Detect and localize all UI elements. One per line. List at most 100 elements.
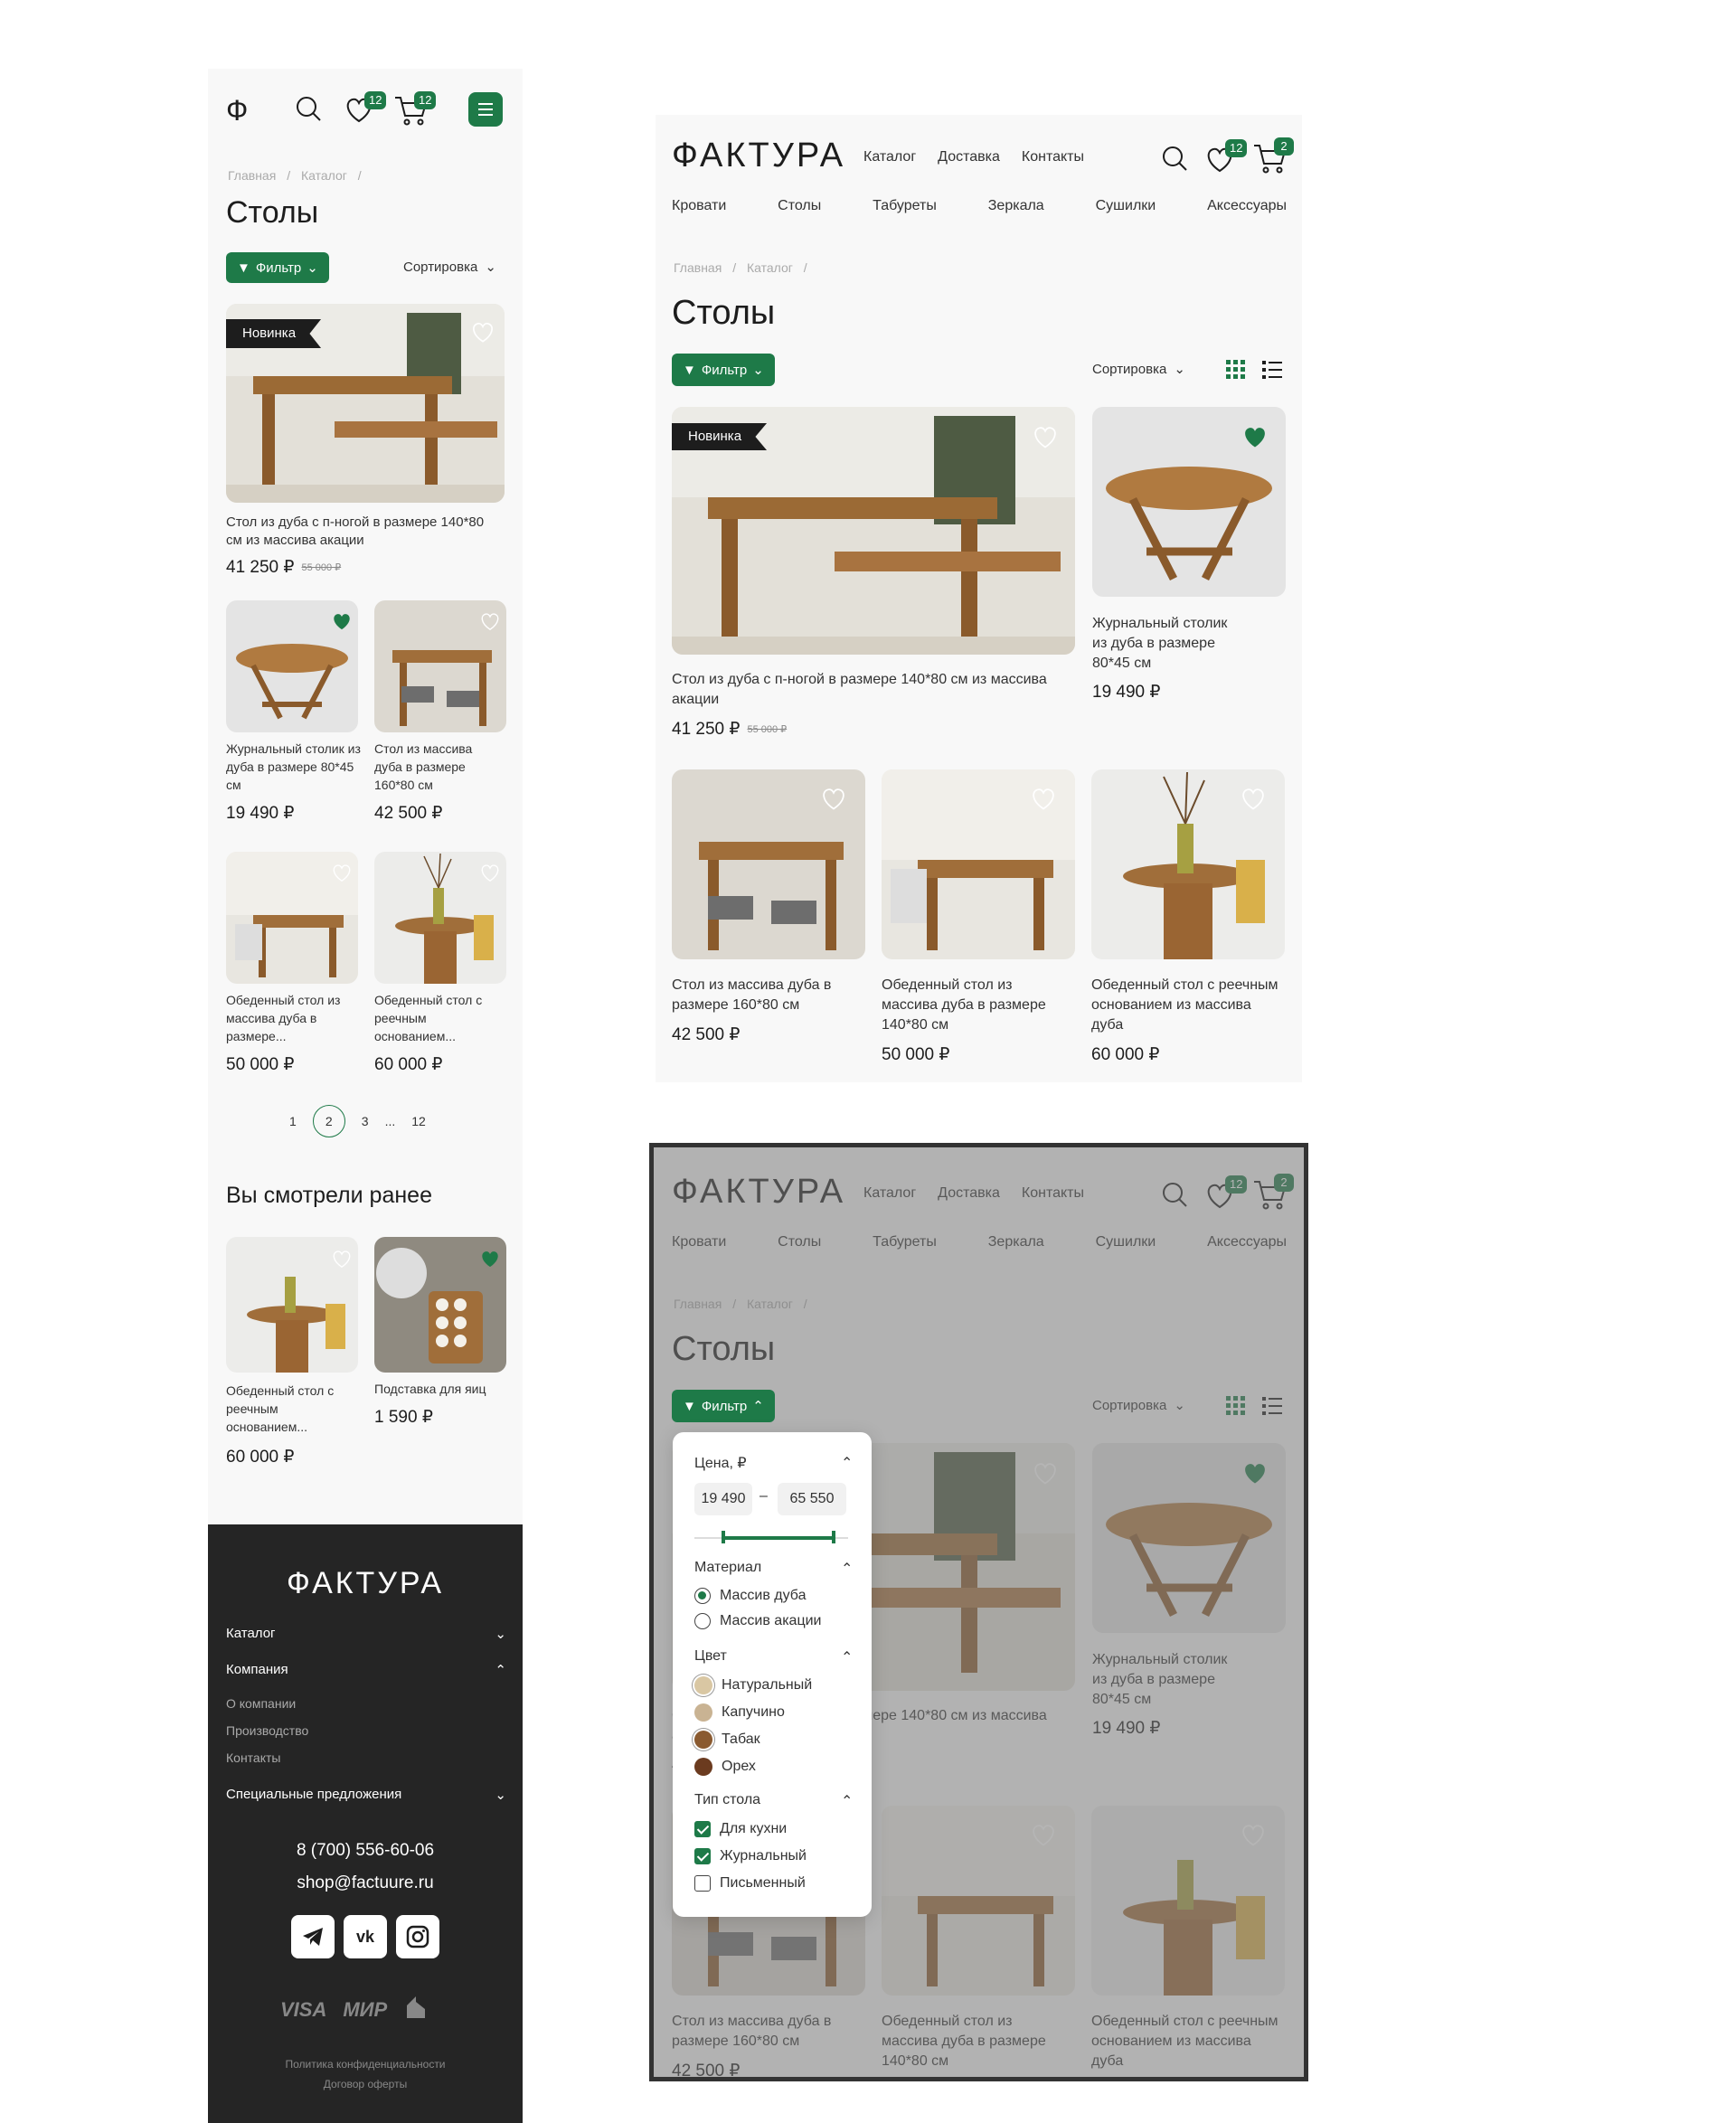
site-logo[interactable]: ФАКТУРА <box>672 137 845 175</box>
color-option[interactable]: Табак <box>694 1731 760 1749</box>
breadcrumb-catalog[interactable]: Каталог <box>747 260 793 275</box>
color-swatch[interactable] <box>694 1731 712 1749</box>
product-title[interactable]: Обеденный стол из массива дуба в размере… <box>226 991 358 1045</box>
list-view-icon[interactable] <box>1261 359 1283 385</box>
product-title[interactable]: Журнальный столик из дуба в размере 80*4… <box>1092 614 1246 674</box>
sort-dropdown[interactable]: Сортировка ⌄ <box>403 259 496 276</box>
footer-logo[interactable]: ФАКТУРА <box>208 1566 523 1601</box>
favorite-active-icon[interactable] <box>331 611 353 636</box>
chevron-up-icon[interactable]: ⌃ <box>841 1792 853 1810</box>
category-link[interactable]: Столы <box>778 198 821 214</box>
price-slider-min-handle[interactable] <box>722 1531 725 1543</box>
product-title[interactable]: Обеденный стол с реечным основанием из м… <box>1091 976 1281 1035</box>
material-filter-heading[interactable]: Материал <box>694 1560 761 1576</box>
footer-company-toggle[interactable]: Компания ⌃ <box>226 1662 506 1678</box>
favorite-toggle-icon[interactable] <box>1240 786 1267 816</box>
footer-link-about[interactable]: О компании <box>226 1696 296 1711</box>
page-link-current[interactable]: 2 <box>312 1105 345 1137</box>
category-link[interactable]: Аксессуары <box>1207 198 1287 214</box>
category-link[interactable]: Зеркала <box>988 198 1044 214</box>
category-link[interactable]: Кровати <box>672 198 726 214</box>
instagram-icon[interactable] <box>396 1915 439 1958</box>
color-option[interactable]: Натуральный <box>694 1676 812 1694</box>
table-type-option[interactable]: Для кухни <box>694 1821 787 1837</box>
nav-catalog[interactable]: Каталог <box>863 149 916 165</box>
product-title[interactable]: Обеденный стол из массива дуба в размере… <box>882 976 1053 1035</box>
material-option[interactable]: Массив акации <box>694 1613 821 1629</box>
price-slider-max-handle[interactable] <box>832 1531 835 1543</box>
product-price: 1 590 ₽ <box>374 1408 433 1427</box>
color-option[interactable]: Орех <box>694 1758 756 1776</box>
footer-email[interactable]: shop@factuure.ru <box>208 1873 523 1893</box>
product-title[interactable]: Подставка для яиц <box>374 1380 510 1398</box>
footer-link-production[interactable]: Производство <box>226 1723 308 1738</box>
favorite-toggle-icon[interactable] <box>331 863 353 887</box>
color-filter-heading[interactable]: Цвет <box>694 1648 727 1665</box>
color-swatch[interactable] <box>694 1758 712 1776</box>
radio[interactable] <box>694 1613 711 1629</box>
category-link[interactable]: Сушилки <box>1096 198 1156 214</box>
chevron-up-icon[interactable]: ⌃ <box>841 1454 853 1472</box>
search-icon[interactable] <box>1160 144 1189 173</box>
checkbox-checked[interactable] <box>694 1848 711 1864</box>
sort-dropdown[interactable]: Сортировка ⌄ <box>1092 361 1185 378</box>
color-swatch[interactable] <box>694 1703 712 1722</box>
mobile-logo[interactable]: Ф <box>226 94 248 127</box>
filter-button[interactable]: ▼ Фильтр ⌃ <box>672 1390 775 1422</box>
favorite-toggle-icon[interactable] <box>820 786 847 816</box>
menu-button[interactable] <box>468 92 503 127</box>
filter-button[interactable]: ▼ Фильтр ⌄ <box>226 252 329 283</box>
favorite-toggle-icon[interactable] <box>1032 424 1059 454</box>
product-title[interactable]: Стол из массива дуба в размере 160*80 см <box>672 976 844 1015</box>
footer-link-contacts[interactable]: Контакты <box>226 1750 280 1765</box>
radio-selected[interactable] <box>694 1588 711 1604</box>
table-type-filter-heading[interactable]: Тип стола <box>694 1792 760 1808</box>
vk-icon[interactable]: vk <box>344 1915 387 1958</box>
favorite-toggle-icon[interactable] <box>331 1249 353 1273</box>
filter-button[interactable]: ▼ Фильтр ⌄ <box>672 354 775 386</box>
product-title[interactable]: Журнальный столик из дуба в размере 80*4… <box>226 740 362 794</box>
color-swatch[interactable] <box>694 1676 712 1694</box>
product-title[interactable]: Стол из дуба с п-ногой в размере 140*80 … <box>226 514 488 550</box>
favorite-toggle-icon[interactable] <box>470 320 495 348</box>
product-title[interactable]: Стол из дуба с п-ногой в размере 140*80 … <box>672 670 1079 710</box>
footer-phone[interactable]: 8 (700) 556-60-06 <box>208 1841 523 1861</box>
breadcrumb-home[interactable]: Главная <box>228 168 276 183</box>
page-link[interactable]: 3 <box>362 1114 369 1128</box>
product-title[interactable]: Стол из массива дуба в размере 160*80 см <box>374 740 501 794</box>
search-icon[interactable] <box>294 94 323 123</box>
favorite-active-icon[interactable] <box>479 1249 501 1273</box>
nav-contacts[interactable]: Контакты <box>1022 149 1084 165</box>
offer-link[interactable]: Договор оферты <box>208 2078 523 2090</box>
telegram-icon[interactable] <box>291 1915 335 1958</box>
grid-view-icon[interactable] <box>1225 359 1247 385</box>
material-option[interactable]: Массив дуба <box>694 1588 807 1604</box>
favorite-active-icon[interactable] <box>1241 424 1269 454</box>
breadcrumb-home[interactable]: Главная <box>674 260 722 275</box>
favorite-toggle-icon[interactable] <box>1030 786 1057 816</box>
page-link[interactable]: 12 <box>411 1114 426 1128</box>
favorite-toggle-icon[interactable] <box>479 863 501 887</box>
price-filter-heading[interactable]: Цена, ₽ <box>694 1454 747 1472</box>
page-ellipsis: ... <box>384 1114 396 1128</box>
chevron-up-icon[interactable]: ⌃ <box>841 1560 853 1578</box>
cart-count-badge: 2 <box>1274 137 1294 156</box>
footer-catalog-toggle[interactable]: Каталог ⌄ <box>226 1626 506 1642</box>
favorite-toggle-icon[interactable] <box>479 611 501 636</box>
checkbox[interactable] <box>694 1875 711 1892</box>
table-type-option[interactable]: Журнальный <box>694 1848 807 1864</box>
footer-specials-toggle[interactable]: Специальные предложения ⌄ <box>226 1787 506 1803</box>
breadcrumb-catalog[interactable]: Каталог <box>301 168 347 183</box>
checkbox-checked[interactable] <box>694 1821 711 1837</box>
page-link[interactable]: 1 <box>289 1114 297 1128</box>
table-type-option[interactable]: Письменный <box>694 1875 806 1892</box>
privacy-link[interactable]: Политика конфиденциальности <box>208 2058 523 2071</box>
price-min-input[interactable]: 19 490 <box>694 1483 752 1515</box>
product-title[interactable]: Обеденный стол с реечным основанием... <box>226 1382 353 1436</box>
category-link[interactable]: Табуреты <box>873 198 937 214</box>
chevron-up-icon[interactable]: ⌃ <box>841 1648 853 1666</box>
nav-delivery[interactable]: Доставка <box>938 149 1000 165</box>
product-title[interactable]: Обеденный стол с реечным основанием... <box>374 991 501 1045</box>
color-option[interactable]: Капучино <box>694 1703 785 1722</box>
price-max-input[interactable]: 65 550 <box>778 1483 846 1515</box>
